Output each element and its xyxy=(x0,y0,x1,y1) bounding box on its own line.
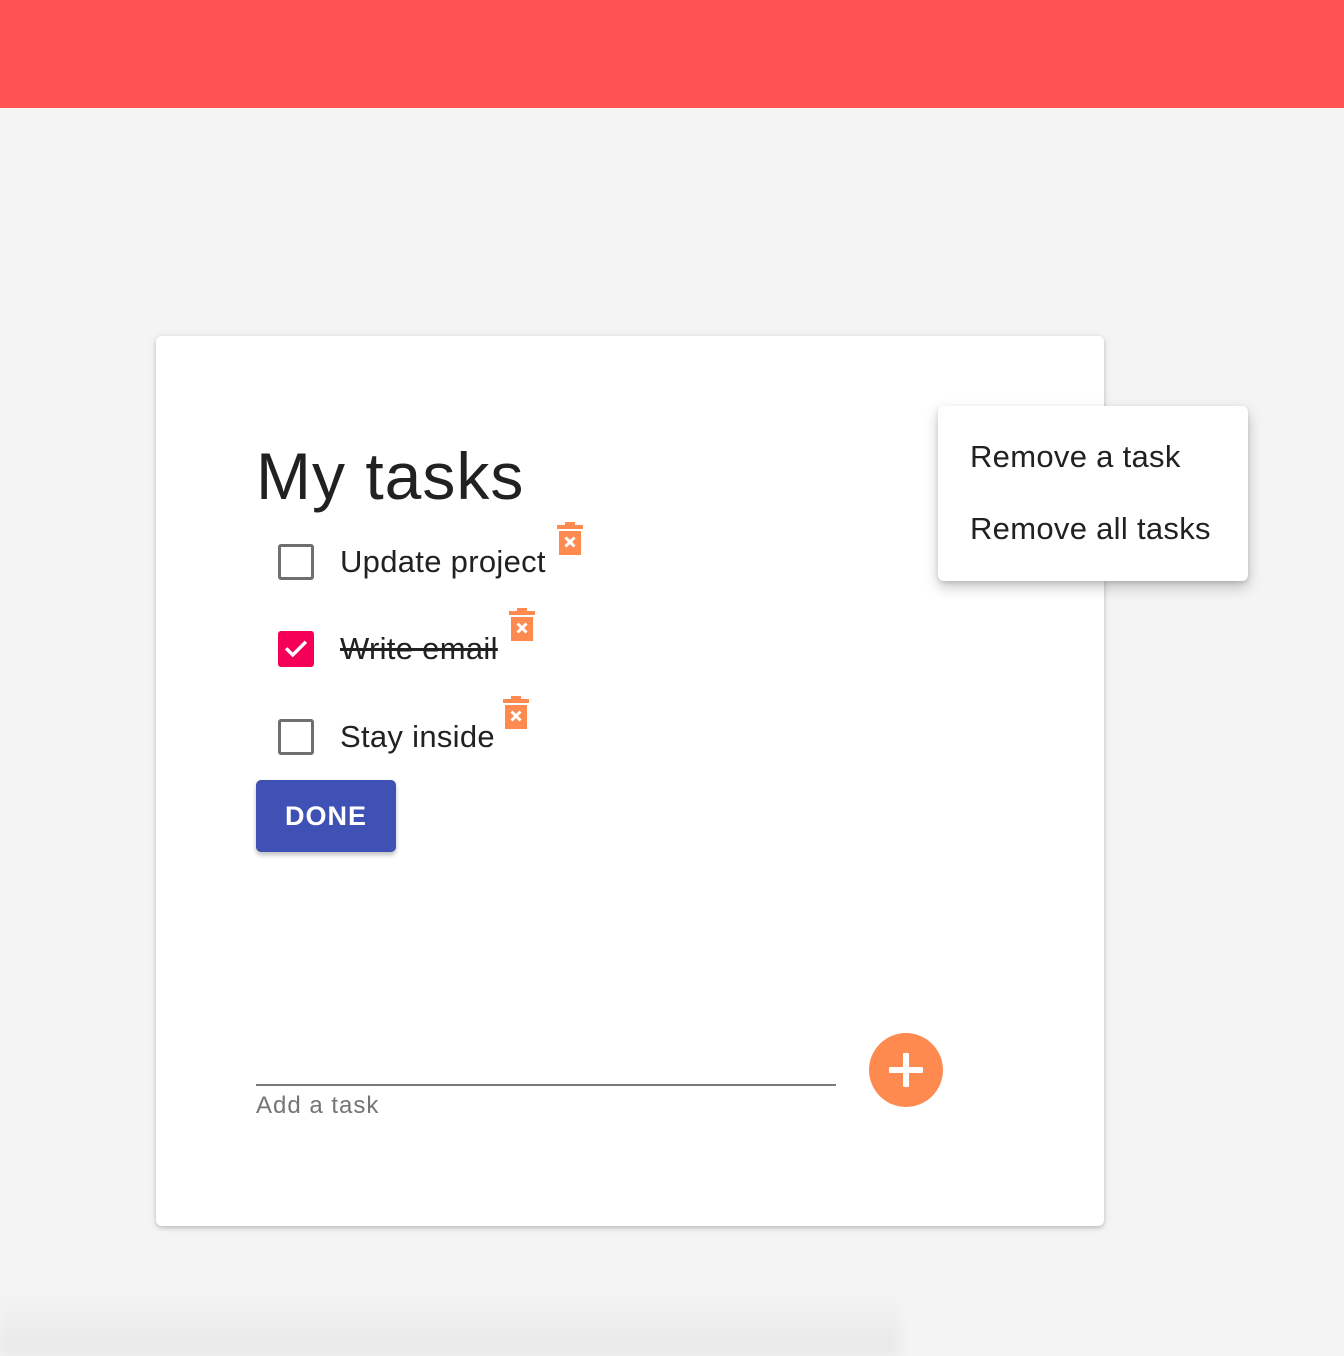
done-button[interactable]: DONE xyxy=(256,780,396,852)
plus-icon xyxy=(889,1053,923,1087)
task-label: Write email xyxy=(340,631,498,666)
delete-task-icon[interactable] xyxy=(503,696,529,730)
add-task-helper-text: Add a task xyxy=(256,1092,380,1119)
task-checkbox[interactable] xyxy=(278,631,314,667)
delete-task-icon[interactable] xyxy=(557,522,583,556)
task-item: Update project xyxy=(278,540,546,584)
task-checkbox[interactable] xyxy=(278,544,314,580)
menu-item-remove-all-tasks[interactable]: Remove all tasks xyxy=(970,511,1211,547)
task-label: Stay inside xyxy=(340,719,495,754)
task-checkbox[interactable] xyxy=(278,719,314,755)
options-menu: Remove a task Remove all tasks xyxy=(938,406,1248,581)
task-label: Update project xyxy=(340,544,546,579)
page-shadow xyxy=(0,1290,900,1356)
task-item: Write email xyxy=(278,627,498,671)
check-icon xyxy=(284,640,308,658)
delete-task-icon[interactable] xyxy=(509,608,535,642)
add-task-button[interactable] xyxy=(869,1033,943,1107)
top-app-bar xyxy=(0,0,1344,108)
add-task-input[interactable] xyxy=(256,1036,836,1086)
page-title: My tasks xyxy=(256,439,525,513)
task-item: Stay inside xyxy=(278,715,495,759)
menu-item-remove-task[interactable]: Remove a task xyxy=(970,439,1181,475)
